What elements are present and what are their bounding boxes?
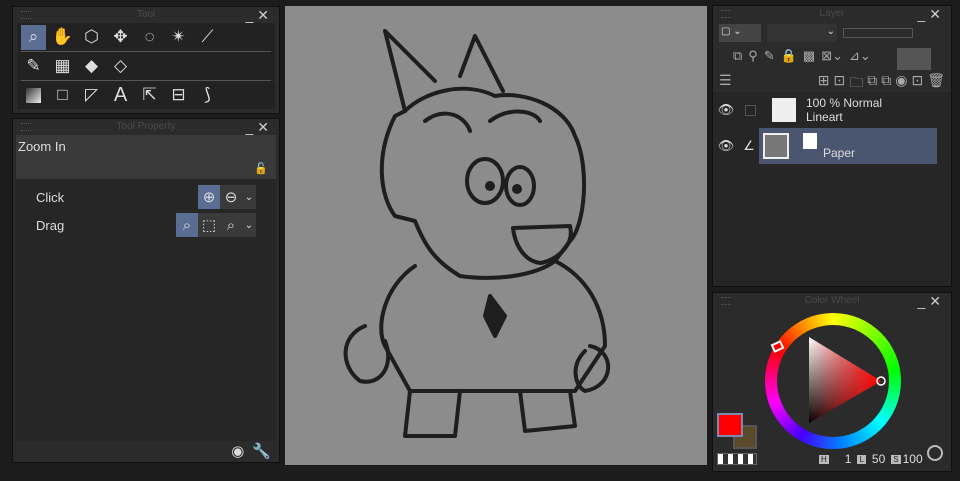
panel-title-bar[interactable]: Tool _✕ — [13, 7, 279, 23]
merge-down-icon[interactable]: ⧉ — [881, 72, 891, 90]
tool-panel: Tool _✕ ⌕ ✋ ⬡ ✥ ◌ ✴ ⟋ ✎ ▦ ◆ ◇ □ ◸ A ⇱ ⊟ ⟆ — [12, 6, 280, 114]
mask-icon[interactable]: ⊠⌄ — [821, 48, 843, 66]
wrench-icon[interactable]: 🔧 — [252, 442, 271, 460]
eraser-tool-icon[interactable]: ◇ — [108, 54, 133, 79]
minimize-close-buttons[interactable]: _✕ — [917, 293, 945, 309]
new-vector-layer-icon[interactable]: ⊡ — [834, 72, 846, 90]
minimize-close-buttons[interactable]: _✕ — [245, 7, 273, 23]
s-value: 100 — [902, 452, 923, 466]
lock-transparency-icon[interactable]: ▩ — [803, 48, 815, 66]
lock-icon[interactable]: 🔓 — [254, 162, 268, 175]
dog-illustration — [343, 29, 611, 438]
s-label: S — [891, 454, 901, 464]
figure-tool-icon[interactable]: □ — [50, 83, 75, 108]
saturation-luminance-triangle[interactable] — [806, 337, 886, 425]
hls-readout: H 1 L 50 S 100 — [819, 452, 923, 466]
transfer-down-icon[interactable]: ⧉ — [867, 72, 877, 90]
gradient-tool-icon[interactable] — [21, 83, 46, 108]
draft-icon[interactable]: ✎ — [764, 48, 775, 66]
panel-title: Tool Property — [116, 121, 176, 132]
layer-blend: 100 % Normal — [806, 96, 883, 110]
mask-area-icon[interactable]: ⊿⌄ — [849, 48, 871, 66]
layer-thumbnail — [772, 98, 796, 122]
no-drag-icon[interactable]: ⌕ — [220, 213, 242, 237]
click-setting: Click ⊕ ⊖ ⌄ — [16, 183, 276, 211]
balloon-tool-icon[interactable]: ⊟ — [166, 83, 191, 108]
drag-setting: Drag ⌕ ⬚ ⌕ ⌄ — [16, 211, 276, 239]
rect-zoom-icon[interactable]: ⬚ — [198, 213, 220, 237]
h-value: 1 — [844, 452, 852, 466]
panel-title-bar[interactable]: Layer _✕ — [713, 6, 951, 22]
layer-name: Paper — [823, 146, 856, 160]
operation-tool-icon[interactable]: ⇱ — [137, 83, 162, 108]
transparent-color-swatch[interactable] — [717, 453, 757, 465]
layer-panel: Layer _✕ ▢ ⌄ ⌄ ⧉ ⚲ ✎ 🔒 ▩ ⊠⌄ ⊿⌄ ☰ ⊞ ⊡ 🗀 ⧉ ⧉ ◉ ⊡ 🗑 👁 100… — [712, 5, 952, 287]
wheel-mode-icon[interactable] — [927, 445, 943, 461]
eye-icon[interactable]: 👁 — [713, 102, 739, 118]
zoom-tool-icon[interactable]: ⌕ — [21, 24, 46, 50]
drawing-canvas[interactable] — [285, 6, 707, 465]
grip-icon[interactable] — [21, 123, 31, 131]
panel-title: Color Wheel — [804, 295, 860, 306]
panel-title-bar[interactable]: Color Wheel _✕ — [713, 293, 951, 309]
color-mode-dropdown[interactable]: ▢ ⌄ — [719, 24, 761, 42]
eye-icon[interactable]: 👁 — [713, 138, 739, 154]
hand-tool-icon[interactable]: ✋ — [50, 25, 75, 50]
panel-title: Layer — [819, 8, 845, 19]
panel-title: Tool — [136, 9, 156, 20]
correction-tool-icon[interactable]: ⟆ — [195, 83, 220, 108]
clip-icon[interactable]: ⧉ — [733, 48, 742, 66]
frame-tool-icon[interactable]: ▦ — [50, 54, 75, 79]
chevron-down-icon[interactable]: ⌄ — [242, 185, 256, 209]
click-label: Click — [36, 189, 65, 205]
tool-property-panel: Tool Property _✕ Zoom In 🔓 Click ⊕ ⊖ ⌄ Drag… — [12, 118, 280, 463]
grip-icon[interactable] — [721, 10, 731, 18]
new-raster-layer-icon[interactable]: ⊞ — [818, 72, 830, 90]
layer-check[interactable] — [745, 104, 756, 116]
layer-row-lineart[interactable]: 👁 100 % Normal Lineart — [713, 92, 937, 128]
tool-name: Zoom In — [18, 139, 66, 154]
lasso-tool-icon[interactable]: ◌ — [137, 25, 162, 50]
text-tool-icon[interactable]: A — [108, 83, 133, 108]
pen-edit-icon: ∠ — [743, 138, 755, 153]
grip-icon[interactable] — [21, 11, 31, 19]
opacity-slider[interactable] — [843, 28, 913, 38]
zoom-out-icon[interactable]: ⊖ — [220, 185, 242, 209]
layer-list-icon[interactable]: ☰ — [719, 72, 732, 90]
main-color-swatch[interactable] — [717, 413, 743, 437]
paper-icon — [803, 133, 817, 149]
lock-icon[interactable]: 🔒 — [781, 48, 797, 66]
blend-mode-dropdown[interactable]: ⌄ — [767, 24, 837, 42]
apply-mask-icon[interactable]: ⊡ — [911, 72, 923, 90]
color-wheel-panel: Color Wheel _✕ H 1 L 50 S 100 — [712, 292, 952, 472]
layer-color-button[interactable] — [897, 48, 931, 70]
initial-settings-icon[interactable]: ◉ — [231, 442, 244, 460]
minimize-close-buttons[interactable]: _✕ — [917, 6, 945, 22]
create-mask-icon[interactable]: ◉ — [895, 72, 907, 90]
zoom-in-icon[interactable]: ⊕ — [198, 185, 220, 209]
move-tool-icon[interactable]: ✥ — [108, 25, 133, 50]
layer-name: Lineart — [806, 110, 843, 124]
chevron-down-icon[interactable]: ⌄ — [242, 213, 256, 237]
h-label: H — [819, 454, 829, 464]
layer-thumbnail — [763, 133, 789, 159]
reference-icon[interactable]: ⚲ — [748, 48, 758, 66]
minimize-close-buttons[interactable]: _✕ — [245, 119, 273, 135]
l-value: 50 — [871, 452, 886, 466]
object-tool-icon[interactable]: ⬡ — [79, 25, 104, 50]
layer-row-paper[interactable]: 👁 ∠ Paper — [713, 128, 937, 164]
ruler-tool-icon[interactable]: ◸ — [79, 83, 104, 108]
l-label: L — [857, 454, 866, 464]
new-folder-icon[interactable]: 🗀 — [849, 72, 863, 90]
grip-icon[interactable] — [721, 297, 731, 305]
fill-tool-icon[interactable]: ◆ — [79, 54, 104, 79]
pen-tool-icon[interactable]: ✎ — [21, 54, 46, 79]
delete-layer-icon[interactable]: 🗑 — [927, 72, 945, 90]
drag-zoom-icon[interactable]: ⌕ — [176, 213, 198, 237]
magic-wand-tool-icon[interactable]: ✴ — [166, 25, 191, 50]
panel-title-bar[interactable]: Tool Property _✕ — [13, 119, 279, 135]
eyedropper-tool-icon[interactable]: ⟋ — [195, 25, 220, 50]
drag-label: Drag — [36, 217, 65, 233]
